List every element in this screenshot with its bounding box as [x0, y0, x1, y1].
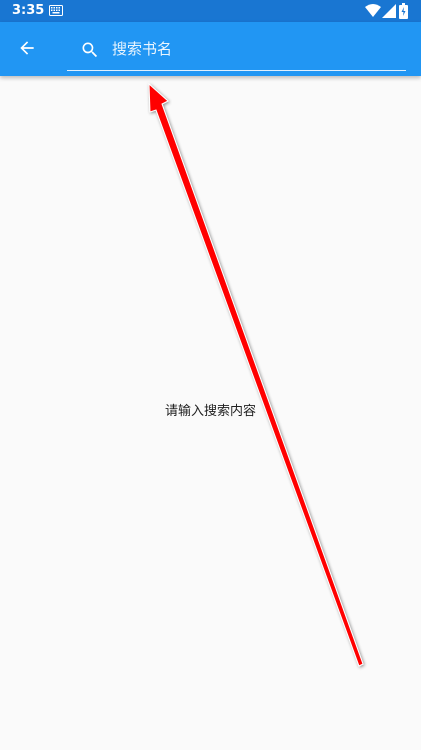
keyboard-icon: [49, 5, 63, 16]
status-time: 3:35: [12, 3, 45, 18]
search-icon: [82, 42, 98, 58]
search-input[interactable]: [112, 36, 392, 62]
status-bar: 3:35: [0, 0, 421, 22]
wifi-icon: [365, 4, 381, 17]
signal-icon: [382, 4, 396, 18]
back-button[interactable]: [6, 27, 48, 69]
empty-message: 请输入搜索内容: [164, 404, 256, 419]
search-field[interactable]: [67, 30, 406, 71]
annotation-arrow: [148, 82, 364, 667]
battery-icon: [399, 3, 408, 19]
app-bar: [0, 22, 421, 76]
arrow-back-icon: [20, 41, 34, 55]
